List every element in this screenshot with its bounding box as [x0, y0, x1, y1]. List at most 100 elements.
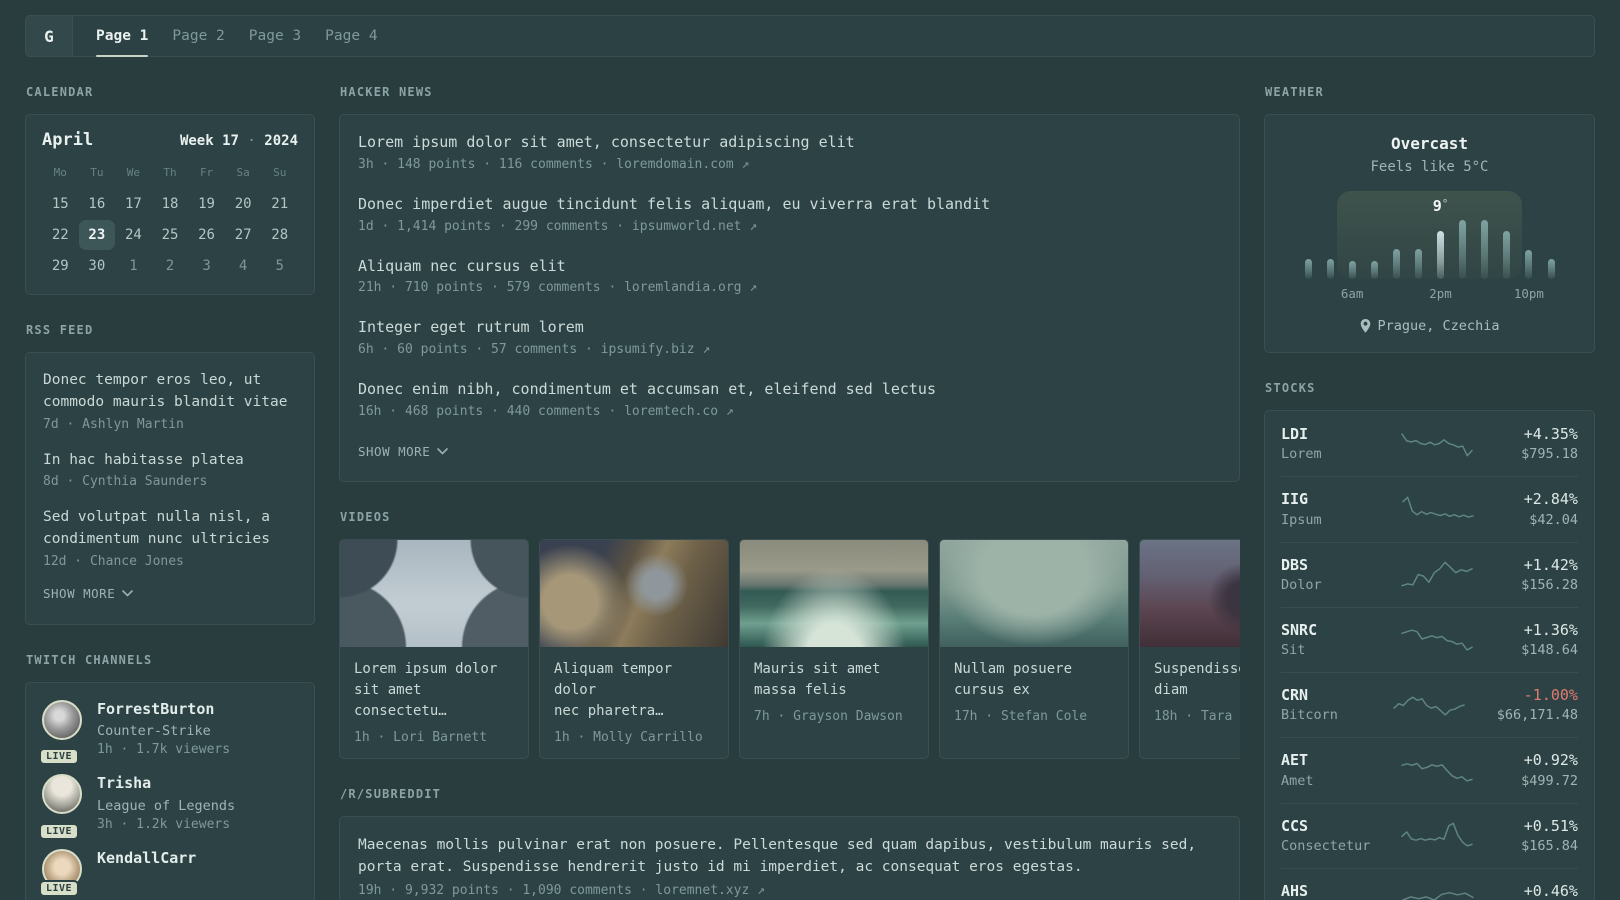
- page-tab[interactable]: Page 2: [172, 16, 224, 56]
- video-thumbnail[interactable]: [540, 539, 728, 647]
- video-card[interactable]: Aliquam tempor dolor nec pharetra… 1h · M…: [539, 538, 729, 759]
- hacker-news-item: Donec imperdiet augue tincidunt felis al…: [358, 194, 1221, 234]
- calendar-week-year: Week 17 · 2024: [179, 133, 298, 149]
- stock-values: +0.46%: [1524, 881, 1578, 900]
- twitch-channel-row[interactable]: LIVE Trisha League of Legends 3h · 1.2k …: [39, 774, 298, 840]
- rss-item: In hac habitasse platea 8d · Cynthia Sau…: [43, 450, 297, 490]
- stock-row[interactable]: IIG Ipsum +2.84% $42.04: [1281, 476, 1578, 541]
- stock-price: $148.64: [1521, 642, 1578, 658]
- video-card[interactable]: Mauris sit amet massa felis 7h · Grayson …: [739, 538, 929, 759]
- stock-sparkline: [1400, 432, 1473, 457]
- stock-change-percent: -1.00%: [1523, 686, 1578, 704]
- calendar-day: 1: [129, 258, 138, 274]
- video-meta: 1h · Molly Carrillo: [554, 729, 703, 745]
- calendar-day: 22: [51, 227, 69, 243]
- video-title[interactable]: Aliquam tempor dolor nec pharetra…: [554, 659, 714, 722]
- section-label-videos: VIDEOS: [340, 509, 391, 524]
- stock-id: AHS: [1281, 881, 1377, 900]
- video-title[interactable]: Suspendisse diam: [1154, 659, 1240, 701]
- video-card-body: Nullam posuere cursus ex 17h · Stefan Col…: [940, 647, 1128, 737]
- weather-location: Prague, Czechia: [1281, 318, 1578, 334]
- hacker-news-show-more-button[interactable]: SHOW MORE: [358, 444, 449, 459]
- rss-item-meta: 8d · Cynthia Saunders: [43, 474, 208, 490]
- weather-condition: Overcast: [1390, 134, 1469, 153]
- stock-name: Lorem: [1281, 446, 1322, 463]
- stock-row[interactable]: DBS Dolor +1.42% $156.28: [1281, 541, 1578, 607]
- twitch-channel-name[interactable]: Trisha: [97, 774, 235, 794]
- stock-row[interactable]: AET Amet +0.92% $499.72: [1281, 737, 1578, 802]
- avatar: [42, 774, 82, 815]
- video-card-body: Aliquam tempor dolor nec pharetra… 1h · M…: [540, 647, 728, 758]
- weather-bar: [1370, 261, 1378, 279]
- twitch-channel-name[interactable]: KendallCarr: [97, 849, 196, 869]
- stock-ticker: DBS: [1281, 555, 1309, 574]
- page-tab[interactable]: Page 1: [96, 16, 149, 57]
- calendar-day: 28: [271, 227, 289, 243]
- middle-column: HACKER NEWS Lorem ipsum dolor sit amet, …: [339, 85, 1240, 900]
- video-thumbnail[interactable]: [340, 539, 528, 647]
- rss-item-title[interactable]: In hac habitasse platea: [43, 450, 297, 472]
- hacker-news-item-title[interactable]: Donec enim nibh, condimentum et accumsan…: [358, 379, 1221, 401]
- calendar-day: 3: [202, 258, 211, 274]
- twitch-channel-row[interactable]: LIVE KendallCarr: [39, 848, 298, 897]
- weather-feels-like: Feels like 5°C: [1370, 159, 1489, 175]
- rss-item-title[interactable]: Donec tempor eros leo, ut commodo mauris…: [43, 370, 297, 414]
- page-tab[interactable]: Page 4: [325, 16, 377, 56]
- stock-row[interactable]: LDI Lorem +4.35% $795.18: [1281, 412, 1578, 476]
- stock-row[interactable]: CRN Bitcorn -1.00% $66,171.48: [1281, 672, 1578, 737]
- calendar-widget: CALENDAR April Week 17 · 2024 Mo Tu We Th Fr…: [25, 85, 315, 295]
- video-card[interactable]: Nullam posuere cursus ex 17h · Stefan Col…: [939, 538, 1129, 759]
- video-card[interactable]: Lorem ipsum dolor sit amet consectetu… 1h…: [339, 538, 529, 759]
- subreddit-post-title[interactable]: Maecenas mollis pulvinar erat non posuer…: [358, 834, 1221, 879]
- stock-sparkline: [1400, 762, 1473, 782]
- twitch-channel-game: Counter-Strike: [97, 723, 211, 740]
- stock-row[interactable]: AHS +0.46%: [1281, 867, 1578, 900]
- weather-bar: [1459, 220, 1467, 279]
- video-title[interactable]: Nullam posuere cursus ex: [954, 659, 1114, 701]
- stock-values: +1.42% $156.28: [1521, 555, 1578, 594]
- app-logo[interactable]: G: [26, 16, 73, 56]
- twitch-channel-name[interactable]: ForrestBurton: [97, 700, 230, 720]
- hacker-news-item-meta: 16h · 468 points · 440 comments · loremt…: [358, 403, 734, 419]
- stock-row[interactable]: CCS Consectetur +0.51% $165.84: [1281, 802, 1578, 868]
- twitch-channel-viewers: 1h · 1.7k viewers: [97, 742, 231, 758]
- video-meta: 18h · Tara: [1154, 708, 1233, 724]
- calendar-day: 26: [198, 227, 215, 243]
- video-card-body: Lorem ipsum dolor sit amet consectetu… 1h…: [340, 647, 528, 758]
- video-thumbnail[interactable]: [1140, 539, 1240, 647]
- rss-widget: RSS FEED Donec tempor eros leo, ut commo…: [25, 323, 315, 625]
- hacker-news-item-title[interactable]: Lorem ipsum dolor sit amet, consectetur …: [358, 132, 1221, 154]
- twitch-widget: TWITCH CHANNELS LIVE ForrestBurton Count…: [25, 653, 315, 900]
- stock-ticker: AHS: [1281, 881, 1309, 900]
- page-tab[interactable]: Page 3: [249, 16, 301, 56]
- hacker-news-item-title[interactable]: Donec imperdiet augue tincidunt felis al…: [358, 194, 1221, 216]
- video-thumbnail[interactable]: [940, 539, 1128, 647]
- calendar-day: 15: [51, 196, 69, 212]
- twitch-channel-row[interactable]: LIVE ForrestBurton Counter-Strike 1h · 1…: [39, 699, 298, 766]
- video-title[interactable]: Mauris sit amet massa felis: [754, 659, 914, 701]
- video-title[interactable]: Lorem ipsum dolor sit amet consectetu…: [354, 659, 514, 722]
- hacker-news-item-title[interactable]: Aliquam nec cursus elit: [358, 256, 1221, 278]
- calendar-weekday: Fr: [199, 166, 214, 179]
- hacker-news-item-meta: 21h · 710 points · 579 comments · loreml…: [358, 280, 758, 296]
- stock-ticker: LDI: [1281, 425, 1309, 443]
- stock-ticker: AET: [1281, 751, 1309, 770]
- calendar-day: 27: [234, 227, 252, 243]
- stock-price: $156.28: [1521, 576, 1578, 593]
- rss-item: Sed volutpat nulla nisl, a condimentum n…: [43, 507, 297, 569]
- stock-change-percent: +4.35%: [1523, 425, 1578, 443]
- rss-item-title[interactable]: Sed volutpat nulla nisl, a condimentum n…: [43, 507, 297, 551]
- video-thumbnail[interactable]: [740, 539, 928, 647]
- live-badge: LIVE: [39, 879, 80, 897]
- hacker-news-item-title[interactable]: Integer eget rutrum lorem: [358, 317, 1221, 339]
- calendar-day: 20: [234, 196, 252, 212]
- video-card[interactable]: Suspendisse diam 18h · Tara: [1139, 538, 1240, 759]
- stock-price: $499.72: [1521, 772, 1578, 789]
- stock-values: +4.35% $795.18: [1521, 424, 1578, 463]
- stock-row[interactable]: SNRC Sit +1.36% $148.64: [1281, 606, 1578, 672]
- calendar-header: April Week 17 · 2024: [42, 130, 298, 150]
- degree-symbol: °: [1441, 197, 1449, 210]
- weather-bar: [1481, 220, 1489, 279]
- stock-sparkline: [1401, 496, 1474, 518]
- rss-show-more-button[interactable]: SHOW MORE: [43, 586, 134, 601]
